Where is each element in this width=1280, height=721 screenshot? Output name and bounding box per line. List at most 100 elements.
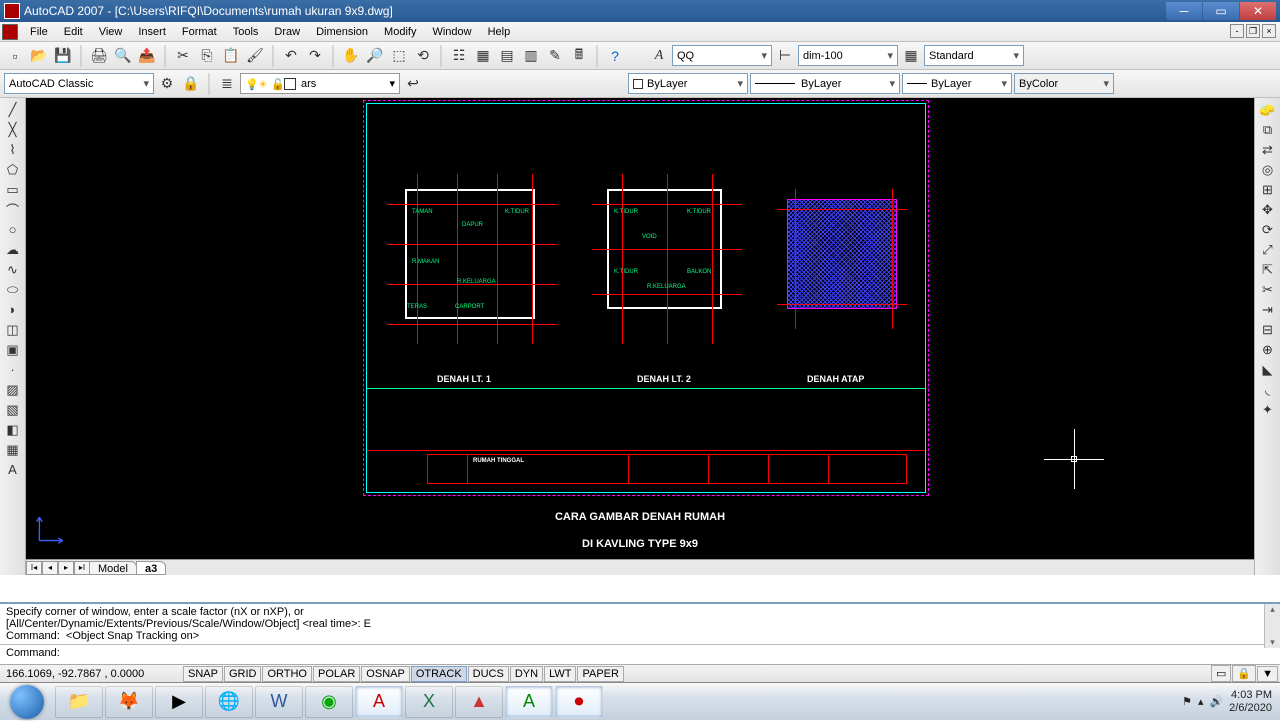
preview-button[interactable]: 🔍 [112,45,134,67]
polar-toggle[interactable]: POLAR [313,666,360,682]
minimize-button[interactable]: ─ [1166,2,1202,20]
toolpalettes-button[interactable]: ▤ [496,45,518,67]
mdi-minimize-button[interactable]: - [1230,24,1244,38]
osnap-toggle[interactable]: OSNAP [361,666,410,682]
undo-button[interactable]: ↶ [280,45,302,67]
task-explorer[interactable]: 📁 [55,686,103,718]
layer-combo[interactable]: 💡 ☀ 🔓 ars ▾ [240,73,400,94]
zoom-button[interactable]: 🔎 [364,45,386,67]
mdi-close-button[interactable]: × [1262,24,1276,38]
pline-button[interactable]: ⌇ [2,140,24,159]
tray-flag-icon[interactable]: ⚑ [1182,695,1192,708]
tab-prev-button[interactable]: ◂ [42,561,58,575]
tablestyle-combo[interactable]: Standard [924,45,1024,66]
dimstyle-combo[interactable]: dim-100 [798,45,898,66]
layer-manager-button[interactable]: ≣ [216,73,238,95]
tray-network-icon[interactable]: 🔊 [1209,695,1223,708]
lwt-toggle[interactable]: LWT [544,666,576,682]
task-recorder[interactable]: ⏺ [555,686,603,718]
explode-button[interactable]: ✦ [1257,400,1279,419]
new-button[interactable]: ▫ [4,45,26,67]
workspace-combo[interactable]: AutoCAD Classic [4,73,154,94]
makeblock-button[interactable]: ▣ [2,340,24,359]
model-tile-button[interactable]: ▭ [1211,665,1231,682]
extend-button[interactable]: ⇥ [1257,300,1279,319]
dyn-toggle[interactable]: DYN [510,666,543,682]
system-tray[interactable]: ⚑ ▴ 🔊 4:03 PM2/6/2020 [1174,689,1280,713]
zoom-window-button[interactable]: ⬚ [388,45,410,67]
insert-button[interactable]: ◫ [2,320,24,339]
task-coreldraw[interactable]: ◉ [305,686,353,718]
grid-toggle[interactable]: GRID [224,666,262,682]
menu-edit[interactable]: Edit [56,24,91,40]
paste-button[interactable]: 📋 [220,45,242,67]
stretch-button[interactable]: ⇱ [1257,260,1279,279]
gradient-button[interactable]: ▧ [2,400,24,419]
markup-button[interactable]: ✎ [544,45,566,67]
save-button[interactable]: 💾 [52,45,74,67]
menu-tools[interactable]: Tools [225,24,267,40]
properties-button[interactable]: ☷ [448,45,470,67]
ellipse-button[interactable]: ⬭ [2,280,24,299]
menu-draw[interactable]: Draw [266,24,308,40]
rotate-button[interactable]: ⟳ [1257,220,1279,239]
lineweight-combo[interactable]: ByLayer [902,73,1012,94]
spline-button[interactable]: ∿ [2,260,24,279]
task-firefox[interactable]: 🦊 [105,686,153,718]
task-excel[interactable]: X [405,686,453,718]
match-button[interactable]: 🖌 [244,45,266,67]
menu-view[interactable]: View [91,24,131,40]
annotation-button[interactable]: ▼ [1257,666,1278,682]
revcloud-button[interactable]: ☁ [2,240,24,259]
tab-last-button[interactable]: ▸I [74,561,90,575]
region-button[interactable]: ◧ [2,420,24,439]
clock[interactable]: 4:03 PM2/6/2020 [1229,689,1272,713]
workspace-settings-button[interactable]: ⚙ [156,73,178,95]
ortho-toggle[interactable]: ORTHO [262,666,312,682]
menu-window[interactable]: Window [424,24,479,40]
quickcalc-button[interactable]: 🖩 [568,45,590,67]
menu-dimension[interactable]: Dimension [308,24,376,40]
plot-button[interactable]: 🖨 [88,45,110,67]
command-input[interactable] [60,647,1274,659]
close-button[interactable]: ✕ [1240,2,1276,20]
workspace-lock-button[interactable]: 🔒 [180,73,202,95]
circle-button[interactable]: ○ [2,220,24,239]
menu-insert[interactable]: Insert [130,24,174,40]
textstyle-combo[interactable]: QQ [672,45,772,66]
ducs-toggle[interactable]: DUCS [468,666,509,682]
chamfer-button[interactable]: ◣ [1257,360,1279,379]
xline-button[interactable]: ╳ [2,120,24,139]
otrack-toggle[interactable]: OTRACK [411,666,467,682]
menu-modify[interactable]: Modify [376,24,424,40]
layer-prev-button[interactable]: ↩ [402,73,424,95]
tab-first-button[interactable]: I◂ [26,561,42,575]
sheetset-button[interactable]: ▥ [520,45,542,67]
lock-ui-button[interactable]: 🔒 [1232,665,1256,682]
scale-button[interactable]: ⤢ [1257,240,1279,259]
table-button[interactable]: ▦ [2,440,24,459]
copy-button[interactable]: ⎘ [196,45,218,67]
erase-button[interactable]: 🧽 [1257,100,1279,119]
mdi-restore-button[interactable]: ❐ [1246,24,1260,38]
coordinates-readout[interactable]: 166.1069, -92.7867 , 0.0000 [2,668,182,680]
menu-format[interactable]: Format [174,24,225,40]
task-autocad2[interactable]: A [505,686,553,718]
tray-expand-icon[interactable]: ▴ [1198,695,1204,708]
mirror-button[interactable]: ⇄ [1257,140,1279,159]
drawing-canvas[interactable]: TAMAN DAPUR K.TIDUR R.MAKAN R.KELUARGA C… [26,98,1254,559]
offset-button[interactable]: ◎ [1257,160,1279,179]
menu-file[interactable]: File [22,24,56,40]
tab-a3[interactable]: a3 [136,561,166,575]
zoom-prev-button[interactable]: ⟲ [412,45,434,67]
maximize-button[interactable]: ▭ [1203,2,1239,20]
copy-obj-button[interactable]: ⧉ [1257,120,1279,139]
menu-help[interactable]: Help [480,24,519,40]
command-line[interactable]: Command: [0,644,1280,661]
point-button[interactable]: · [2,360,24,379]
task-word[interactable]: W [255,686,303,718]
hatch-button[interactable]: ▨ [2,380,24,399]
task-autodesk[interactable]: ▲ [455,686,503,718]
ellipsearc-button[interactable]: ◗ [2,300,24,319]
line-button[interactable]: ╱ [2,100,24,119]
